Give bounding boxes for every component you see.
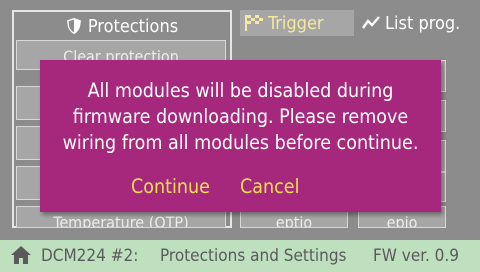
trigger-option-label: eptio xyxy=(275,213,313,228)
tab-trigger[interactable]: Trigger xyxy=(240,10,354,36)
firmware-warning-dialog: All modules will be disabled during firm… xyxy=(40,60,441,212)
tab-list-prog-label: List prog. xyxy=(385,12,461,34)
home-icon[interactable] xyxy=(10,245,32,265)
dialog-message-line: firmware downloading. Please remove xyxy=(72,105,409,128)
dialog-message-line: wiring from all modules before continue. xyxy=(62,131,419,154)
dialog-message-line: All modules will be disabled during xyxy=(87,79,394,102)
tab-protections-label: Protections xyxy=(87,15,179,37)
checkered-flag-icon xyxy=(244,14,264,32)
status-bar: DCM224 #2: Protections and Settings FW v… xyxy=(0,240,480,272)
cancel-button[interactable]: Cancel xyxy=(240,175,299,198)
tab-protections[interactable]: Protections xyxy=(12,10,232,40)
dialog-message: All modules will be disabled during firm… xyxy=(40,78,441,156)
tab-trigger-label: Trigger xyxy=(268,12,324,34)
temperature-otp-label: Temperature (OTP) xyxy=(53,213,189,228)
firmware-version: FW ver. 0.9 xyxy=(373,246,459,266)
device-name: DCM224 #2: xyxy=(41,246,139,266)
list-option-label-2: epio xyxy=(386,213,418,228)
zigzag-icon xyxy=(362,16,380,30)
continue-button[interactable]: Continue xyxy=(131,175,210,198)
shield-icon xyxy=(66,17,82,35)
page-title: Protections and Settings xyxy=(160,246,347,266)
tab-list-prog[interactable]: List prog. xyxy=(358,10,472,36)
